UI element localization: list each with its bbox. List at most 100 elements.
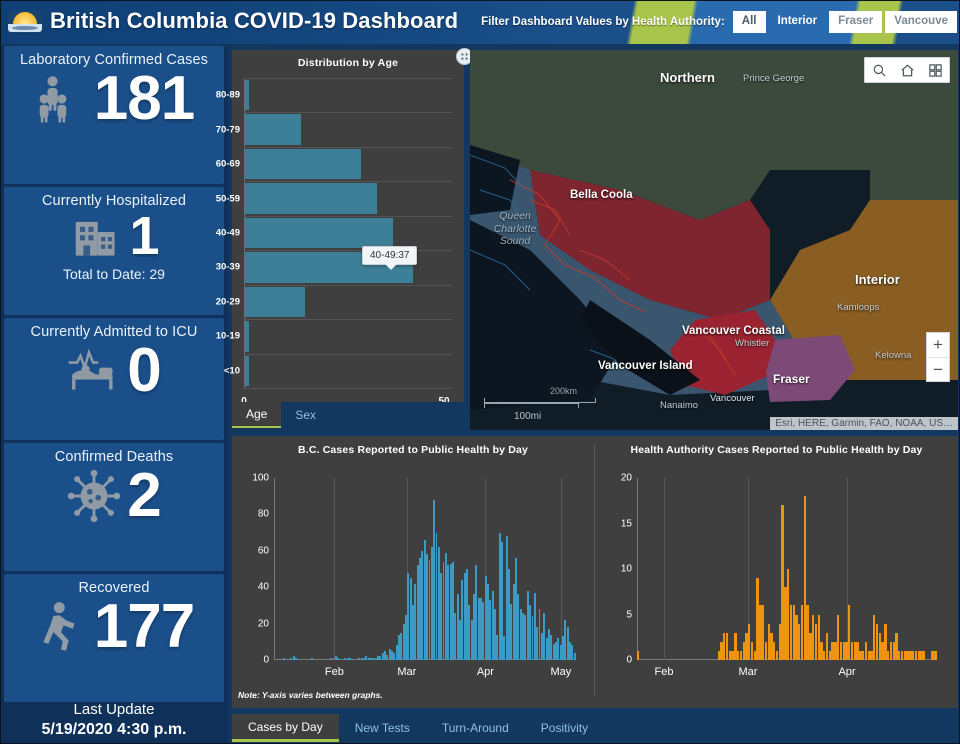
age-chart-bar[interactable] [245, 183, 377, 214]
bc-sun-logo-icon [8, 11, 42, 33]
chart-y-tick: 20 [620, 472, 632, 484]
chart-bar[interactable] [348, 658, 351, 660]
age-chart-tabs: Age Sex [232, 402, 464, 432]
bc-chart-title: B.C. Cases Reported to Public Health by … [298, 444, 528, 456]
home-icon[interactable] [893, 58, 921, 82]
age-chart-category-label: <10 [223, 365, 240, 377]
age-chart-category-label: 40-49 [215, 227, 240, 239]
map-city-whistler: Whistler [735, 338, 770, 349]
chart-y-axis [274, 478, 275, 660]
chart-y-tick: 80 [257, 508, 269, 520]
map-scale-mi: 100mi [514, 411, 542, 422]
tab-positivity[interactable]: Positivity [525, 714, 604, 742]
ha-chart-plot: 0 5 10 15 20 Feb Mar Apr [621, 473, 937, 678]
age-chart-category-label: 20-29 [215, 296, 240, 308]
kpi-title: Confirmed Deaths [54, 449, 174, 465]
kpi-card-currently-hospitalized: Currently Hospitalized 1 Total to Date: … [4, 187, 224, 315]
bc-cases-chart: B.C. Cases Reported to Public Health by … [232, 436, 594, 686]
chart-y-tick: 10 [620, 563, 632, 575]
tab-new-tests[interactable]: New Tests [339, 714, 426, 742]
last-update-datetime: 5/19/2020 4:30 p.m. [41, 721, 187, 738]
walking-person-icon [34, 600, 88, 654]
map-city-kelowna: Kelowna [875, 350, 912, 361]
age-chart-gridline [244, 215, 452, 217]
kpi-value: 181 [93, 63, 195, 133]
map-city-nanaimo: Nanaimo [660, 400, 699, 411]
age-chart-bar[interactable] [245, 286, 305, 318]
chart-y-tick: 0 [626, 654, 632, 666]
kpi-value: 2 [127, 460, 161, 530]
age-chart-gridline [244, 181, 452, 183]
map-zoom-controls: + − [926, 332, 950, 382]
chart-y-tick: 15 [620, 518, 632, 529]
age-chart-bar[interactable] [245, 114, 301, 145]
chart-bar[interactable] [337, 658, 340, 660]
age-chart-gridline [244, 284, 452, 286]
kpi-subtext: Total to Date: 29 [63, 265, 165, 282]
chart-y-tick: 5 [626, 609, 632, 620]
filter-button-fraser[interactable]: Fraser [829, 11, 883, 33]
age-chart-category-label: 10-19 [215, 330, 240, 342]
chart-y-tick: 100 [252, 472, 269, 484]
kpi-value: 1 [129, 206, 159, 267]
tab-sex[interactable]: Sex [281, 402, 330, 428]
tab-cases-by-day[interactable]: Cases by Day [232, 714, 339, 742]
bottom-tab-bar: Cases by Day New Tests Turn-Around Posit… [232, 714, 958, 744]
map-city-prince-george: Prince George [743, 73, 805, 84]
filter-button-vancouver[interactable]: Vancouve [885, 11, 957, 33]
age-chart-category-label: 60-69 [215, 158, 240, 170]
chart-y-tick: 40 [257, 581, 269, 593]
ha-chart-title: Health Authority Cases Reported to Publi… [630, 444, 923, 456]
age-chart-bar[interactable] [245, 321, 249, 352]
age-distribution-panel: Distribution by Age 80-89 70-79 60-69 50-59… [216, 48, 473, 407]
chart-x-tick: Feb [654, 666, 674, 678]
last-update-label: Last Update [73, 701, 155, 719]
zoom-in-button[interactable]: + [927, 333, 949, 357]
chart-vertical-gridline [664, 478, 665, 660]
chart-bar[interactable] [934, 650, 937, 660]
people-icon [34, 72, 88, 126]
map-toolbar [864, 57, 950, 83]
chart-bar[interactable] [283, 658, 286, 660]
tab-age[interactable]: Age [232, 402, 282, 428]
map-region-label-northern: Northern [660, 70, 715, 85]
age-chart-category-label: 70-79 [215, 124, 240, 136]
basemap-gallery-icon[interactable] [921, 58, 949, 82]
search-icon[interactable] [865, 58, 893, 82]
chart-vertical-gridline [334, 478, 336, 660]
health-authority-filter: Filter Dashboard Values by Health Author… [481, 9, 960, 35]
age-chart-bar[interactable] [245, 217, 393, 249]
filter-button-all[interactable]: All [732, 11, 766, 33]
map-region-label-vancouver-island: Vancouver Island [598, 360, 693, 372]
health-authority-map[interactable]: Northern Prince George Bella Coola Queen… [470, 50, 958, 430]
chart-bar[interactable] [311, 658, 314, 660]
age-chart-bar[interactable] [245, 355, 249, 386]
chart-vertical-gridline [560, 478, 562, 660]
age-chart-bar[interactable] [245, 148, 361, 180]
map-region-label-fraser: Fraser [773, 372, 810, 386]
tab-turn-around[interactable]: Turn-Around [426, 714, 525, 742]
kpi-sidebar: Laboratory Confirmed Cases 181 Currently… [0, 46, 228, 744]
age-chart-category-label: 50-59 [215, 193, 240, 205]
map-region-label-interior: Interior [855, 272, 900, 287]
map-city-bella-coola: Bella Coola [570, 189, 633, 201]
chart-bar[interactable] [573, 652, 576, 660]
age-chart-plot: 80-89 70-79 60-69 50-59 40-49 30-39 20-29 10-19… [216, 78, 452, 407]
map-region-label-vancouver-coastal: Vancouver Coastal [682, 325, 785, 337]
logo-sun [13, 12, 37, 24]
filter-button-interior[interactable]: Interior [769, 11, 827, 33]
chart-bar[interactable] [637, 650, 640, 660]
kpi-card-currently-admitted-icu: Currently Admitted to ICU 0 [4, 318, 224, 440]
map-attribution: Esri, HERE, Garmin, FAO, NOAA, US… [770, 417, 958, 430]
chart-x-tick: Apr [476, 666, 494, 678]
filter-label: Filter Dashboard Values by Health Author… [481, 16, 725, 28]
zoom-out-button[interactable]: − [927, 357, 949, 381]
ha-cases-chart: Health Authority Cases Reported to Publi… [595, 436, 958, 686]
chart-bar[interactable] [295, 658, 297, 660]
page-title: British Columbia COVID-19 Dashboard [50, 8, 459, 33]
kpi-value: 177 [93, 591, 195, 661]
age-chart-bar[interactable] [245, 80, 249, 111]
chart-y-tick: 20 [257, 618, 269, 630]
chart-bar[interactable] [923, 650, 926, 660]
logo-wave [12, 26, 38, 30]
